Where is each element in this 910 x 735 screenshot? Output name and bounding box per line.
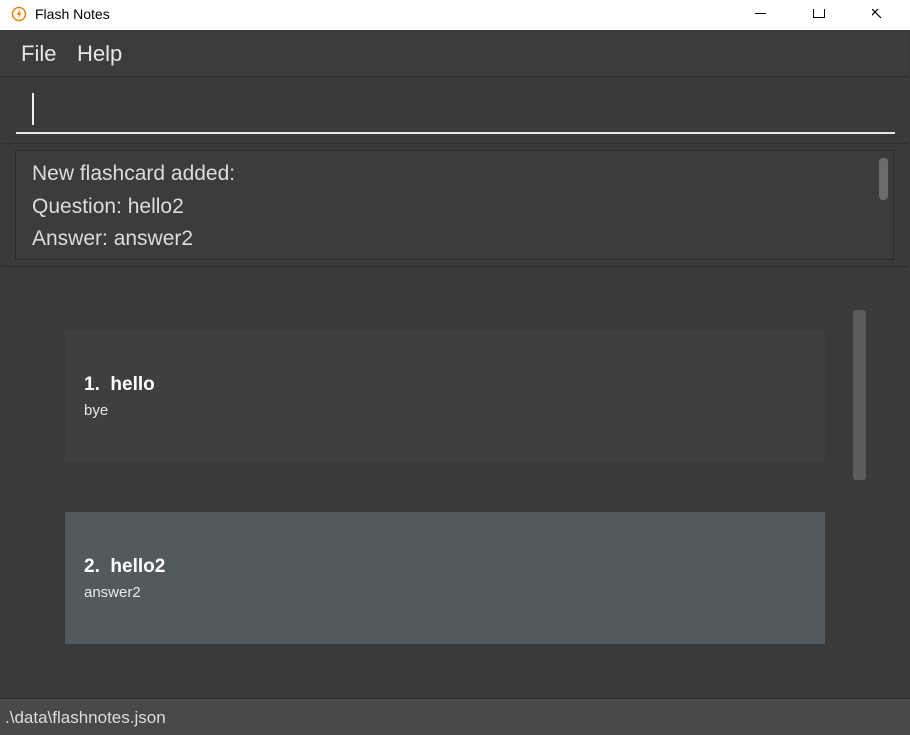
- result-display[interactable]: New flashcard added: Question: hello2 An…: [15, 150, 894, 260]
- maximize-button[interactable]: [796, 0, 842, 30]
- flashcard-item[interactable]: 1. hello bye: [65, 330, 825, 462]
- flashcard-answer: answer2: [84, 584, 141, 601]
- minimize-icon: [755, 13, 766, 14]
- result-line: Answer: answer2: [32, 227, 194, 250]
- minimize-button[interactable]: [738, 0, 784, 30]
- result-line: New flashcard added:: [32, 162, 236, 185]
- result-display-area: New flashcard added: Question: hello2 An…: [2, 144, 908, 267]
- result-scrollbar-thumb[interactable]: [879, 158, 888, 200]
- menu-bar: File Help: [2, 32, 908, 77]
- flashcard-question: hello2: [110, 556, 166, 577]
- flashcard-index: 1.: [84, 374, 100, 395]
- close-icon: [872, 9, 882, 19]
- maximize-icon: [813, 9, 825, 18]
- text-caret: [32, 93, 34, 125]
- close-button[interactable]: [855, 0, 901, 30]
- command-input[interactable]: [16, 90, 895, 134]
- command-box-area: [2, 77, 908, 144]
- status-bar: .\data\flashnotes.json: [0, 698, 910, 735]
- flash-lightning-icon: [11, 6, 27, 22]
- title-bar: Flash Notes: [0, 0, 910, 30]
- flashcard-item-selected[interactable]: 2. hello2 answer2: [65, 512, 825, 644]
- flashcard-answer: bye: [84, 402, 109, 419]
- flashcard-title: 1. hello: [84, 373, 155, 397]
- flashcard-title: 2. hello2: [84, 555, 165, 579]
- list-scrollbar-thumb[interactable]: [853, 310, 866, 480]
- menu-help[interactable]: Help: [77, 41, 122, 67]
- window-title: Flash Notes: [35, 6, 110, 22]
- flashcard-index: 2.: [84, 556, 100, 577]
- storage-path: .\data\flashnotes.json: [5, 708, 166, 727]
- result-line: Question: hello2: [32, 195, 184, 218]
- flashcard-question: hello: [110, 374, 155, 395]
- flashcard-list: 1. hello bye 2. hello2 answer2: [2, 267, 908, 698]
- menu-file[interactable]: File: [21, 41, 56, 67]
